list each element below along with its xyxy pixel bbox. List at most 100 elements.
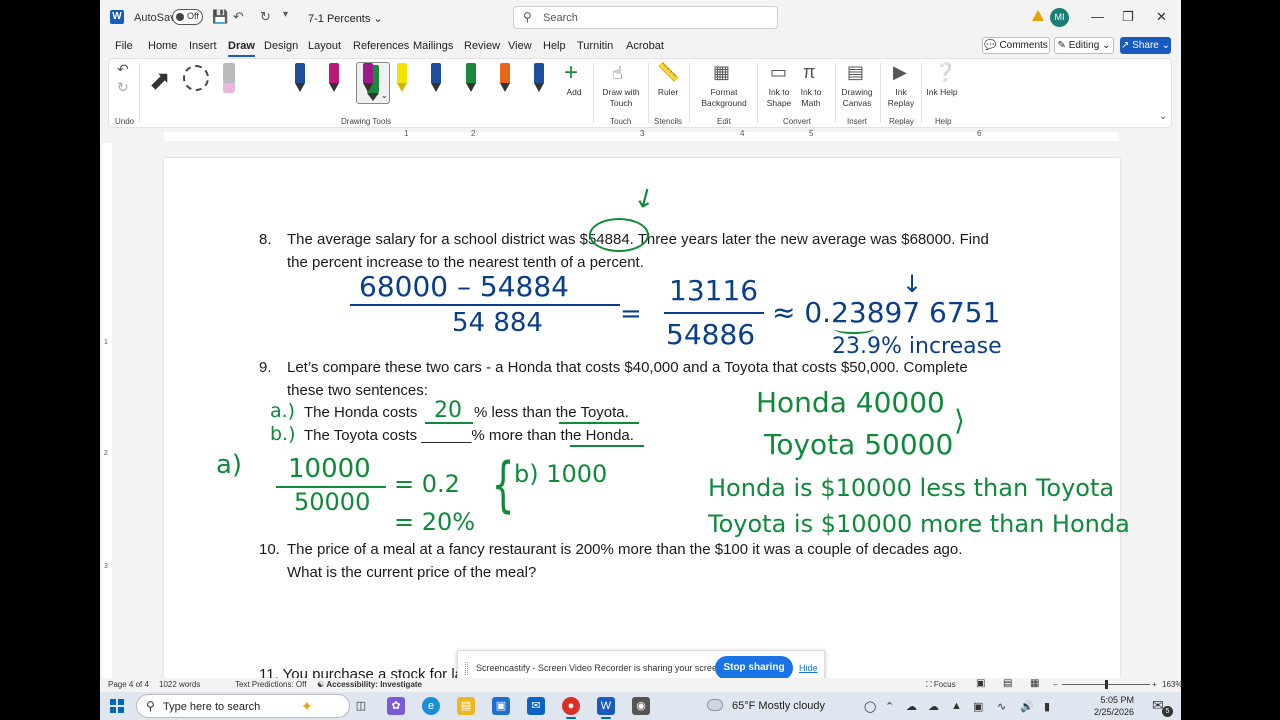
format-background-icon[interactable]: ▦	[713, 62, 730, 83]
word-count[interactable]: 1022 words	[159, 680, 200, 689]
ruler-button[interactable]: Ruler	[650, 87, 686, 98]
tab-turnitin[interactable]: Turnitin	[577, 40, 613, 52]
tab-draw[interactable]: Draw	[228, 40, 255, 57]
print-layout-icon[interactable]: ▤	[1003, 678, 1012, 689]
pen-green-icon[interactable]	[465, 63, 477, 93]
pen-purple-icon[interactable]	[362, 63, 374, 93]
pen-orange-icon[interactable]	[499, 63, 511, 93]
camera-icon[interactable]: ◉	[632, 697, 650, 715]
network-icon[interactable]: ▣	[973, 700, 983, 713]
system-clock[interactable]: 5:05 PM 2/25/2026	[1094, 694, 1134, 718]
customize-qat-icon[interactable]: ▾	[283, 9, 288, 20]
drag-handle-icon[interactable]	[465, 662, 468, 675]
ink-replay-icon[interactable]: ▶	[893, 62, 907, 83]
zoom-slider-thumb[interactable]	[1105, 680, 1108, 689]
page-indicator[interactable]: Page 4 of 4	[108, 680, 149, 689]
tab-file[interactable]: File	[115, 40, 133, 52]
draw-with-touch-button[interactable]: Draw with Touch	[597, 87, 645, 109]
onedrive-icon[interactable]: ☁	[928, 700, 939, 713]
drawing-canvas-button[interactable]: Drawing Canvas	[837, 87, 877, 109]
security-icon[interactable]: ▲	[951, 700, 962, 712]
stop-sharing-button[interactable]: Stop sharing	[715, 656, 793, 680]
minimize-icon[interactable]: —	[1091, 9, 1104, 24]
autosave-toggle[interactable]: Off	[172, 9, 203, 25]
format-background-button[interactable]: Format Background	[694, 87, 754, 109]
wifi-icon[interactable]: ∿	[997, 700, 1006, 713]
tab-references[interactable]: References	[353, 40, 409, 52]
text-predictions-status[interactable]: Text Predictions: Off	[235, 680, 306, 689]
save-icon[interactable]: 💾	[212, 9, 228, 25]
restore-icon[interactable]: ❐	[1122, 9, 1134, 25]
chrome-icon[interactable]: ●	[562, 697, 580, 719]
pen-galaxy-icon[interactable]	[533, 63, 545, 93]
add-pen-icon[interactable]: +	[564, 59, 578, 87]
pen-blue-icon[interactable]	[294, 63, 306, 93]
zoom-level[interactable]: 163%	[1162, 680, 1181, 689]
lasso-select-icon[interactable]	[183, 65, 209, 91]
read-mode-icon[interactable]: ▣	[976, 678, 985, 689]
highlighter-yellow-icon[interactable]	[396, 63, 408, 93]
search-input[interactable]: ⚲ Search	[513, 6, 778, 29]
tab-review[interactable]: Review	[464, 40, 500, 52]
hide-notification-link[interactable]: Hide	[799, 663, 818, 673]
meet-icon[interactable]: ☁	[906, 700, 917, 713]
copilot-icon[interactable]: ✿	[387, 697, 405, 715]
add-pen-label[interactable]: Add	[563, 87, 585, 98]
ink-help-icon[interactable]: ❔	[934, 62, 956, 83]
draw-with-touch-icon[interactable]: ☝	[612, 63, 623, 84]
store-icon[interactable]: ▣	[492, 697, 510, 715]
zoom-out-icon[interactable]: –	[1053, 680, 1057, 689]
word-taskbar-icon[interactable]: W	[597, 697, 615, 719]
ribbon-undo-icon[interactable]: ↶	[117, 61, 129, 78]
document-page[interactable]: 8. The average salary for a school distr…	[164, 158, 1130, 683]
avatar[interactable]: MI	[1050, 8, 1069, 27]
tab-mailings[interactable]: Mailings	[413, 40, 453, 52]
battery-icon[interactable]: ▮	[1044, 700, 1050, 713]
document-title[interactable]: 7-1 Percents ⌄	[308, 12, 383, 25]
comments-button[interactable]: 💬 Comments	[982, 37, 1050, 54]
ink-replay-button[interactable]: Ink Replay	[884, 87, 918, 109]
tab-design[interactable]: Design	[264, 40, 298, 52]
ribbon-redo-icon[interactable]: ↻	[117, 79, 129, 96]
volume-icon[interactable]: 🔊	[1020, 700, 1034, 713]
file-explorer-icon[interactable]: ▤	[457, 697, 475, 715]
share-button[interactable]: ↗ Share ⌄	[1120, 37, 1171, 54]
people-icon[interactable]: ◯	[864, 700, 876, 713]
tab-home[interactable]: Home	[148, 40, 177, 52]
vertical-ruler[interactable]: 1 2 3	[102, 143, 112, 678]
eraser-icon[interactable]	[222, 63, 236, 93]
zoom-in-icon[interactable]: +	[1152, 680, 1157, 689]
outlook-icon[interactable]: ✉	[527, 697, 545, 715]
weather-status[interactable]: 65°F Mostly cloudy	[732, 700, 825, 712]
select-arrow-icon[interactable]: ⬈	[149, 65, 171, 96]
tab-help[interactable]: Help	[543, 40, 566, 52]
warning-icon[interactable]	[1032, 10, 1044, 21]
ink-to-math-icon[interactable]: π	[803, 62, 815, 83]
undo-icon[interactable]: ↶	[233, 9, 244, 25]
ink-to-shape-icon[interactable]: ▭	[770, 62, 787, 83]
accessibility-status[interactable]: ☯ Accessibility: Investigate	[317, 680, 422, 689]
pen-darkblue-icon[interactable]	[430, 63, 442, 93]
tab-insert[interactable]: Insert	[189, 40, 217, 52]
web-layout-icon[interactable]: ▦	[1030, 678, 1039, 689]
drawing-canvas-icon[interactable]: ▤	[847, 62, 864, 83]
close-icon[interactable]: ✕	[1156, 9, 1167, 25]
tab-view[interactable]: View	[508, 40, 532, 52]
collapse-ribbon-icon[interactable]: ⌄	[1159, 111, 1167, 122]
redo-icon[interactable]: ↻	[260, 9, 271, 25]
tab-acrobat[interactable]: Acrobat	[626, 40, 664, 52]
ink-help-button[interactable]: Ink Help	[925, 87, 959, 98]
editing-mode-button[interactable]: ✎ Editing ⌄	[1054, 37, 1114, 54]
horizontal-ruler[interactable]: 1 2 3 4 5 6	[100, 129, 1181, 143]
tray-overflow-icon[interactable]: ⌃	[885, 700, 894, 713]
edge-icon[interactable]: e	[422, 697, 440, 715]
task-view-icon[interactable]: ◫	[352, 697, 370, 715]
start-button-icon[interactable]	[110, 699, 124, 713]
ruler-icon[interactable]: 📏	[657, 62, 679, 83]
ink-to-shape-button[interactable]: Ink to Shape	[761, 87, 797, 109]
pen-magenta-icon[interactable]	[328, 63, 340, 93]
weather-cloud-icon[interactable]	[707, 699, 723, 711]
focus-mode-button[interactable]: ⛶ Focus	[926, 680, 956, 690]
ink-to-math-button[interactable]: Ink to Math	[793, 87, 829, 109]
taskbar-search-input[interactable]: ⚲ Type here to search ✦	[136, 694, 350, 718]
